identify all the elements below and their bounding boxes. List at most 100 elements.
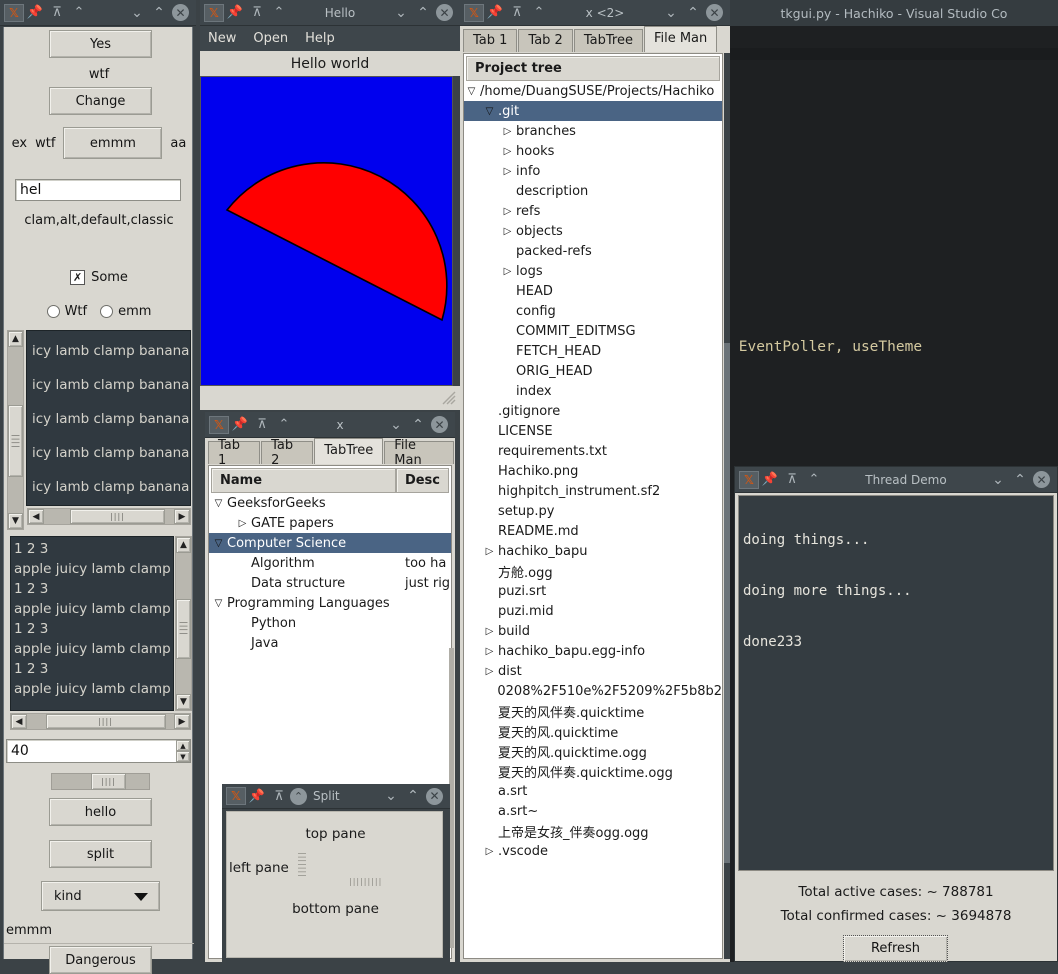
fileman-vscrollbar[interactable] <box>724 53 730 959</box>
chevron-right-icon[interactable]: ▷ <box>502 126 513 137</box>
kind-combobox[interactable]: kind <box>41 881 160 911</box>
fileman-vscroll-thumb[interactable] <box>724 343 730 863</box>
chevron-down-icon[interactable]: ▽ <box>484 106 495 117</box>
fileman-row[interactable]: COMMIT_EDITMSG <box>464 321 722 341</box>
some-checkbox[interactable]: ✗ <box>70 270 85 285</box>
scroll-right-arrow[interactable]: ▶ <box>174 509 190 524</box>
fileman-row[interactable]: 夏天的风伴奏.quicktime <box>464 701 722 721</box>
rollup-icon[interactable]: ⌃ <box>803 470 825 490</box>
fileman-row[interactable]: ▷hooks <box>464 141 722 161</box>
fileman-row[interactable]: ▷logs <box>464 261 722 281</box>
fileman-row[interactable]: ▷.vscode <box>464 841 722 861</box>
vscode-titlebar[interactable]: tkgui.py - Hachiko - Visual Studio Co <box>730 0 1058 26</box>
fileman-row[interactable]: packed-refs <box>464 241 722 261</box>
chevron-right-icon[interactable]: ▷ <box>502 206 513 217</box>
some-checkbox-row[interactable]: ✗ Some <box>4 270 194 285</box>
slider-thumb[interactable]: |||| <box>91 773 126 790</box>
chevron-down-icon[interactable]: ▽ <box>213 598 224 609</box>
listbox-hscroll-thumb[interactable]: |||| <box>70 509 165 524</box>
close-icon[interactable]: ✕ <box>706 4 723 21</box>
scroll-up-arrow[interactable]: ▲ <box>8 331 23 347</box>
listbox-item[interactable]: icy lamb clamp banana <box>27 368 190 402</box>
fileman-row[interactable]: .gitignore <box>464 401 722 421</box>
chevron-down-icon[interactable]: ⌄ <box>126 3 148 23</box>
radio-row[interactable]: Wtf emm <box>4 304 194 319</box>
split-window[interactable]: 𝕏 📌 ⊼ ⌃ Split ⌄ ⌃ ✕ top pane left pane |… <box>222 784 450 962</box>
hello-button[interactable]: hello <box>49 798 152 826</box>
vertical-sash-grip[interactable]: ||||||| <box>301 852 306 878</box>
emmm-button[interactable]: emmm <box>63 127 162 159</box>
chevron-right-icon[interactable]: ▷ <box>484 646 495 657</box>
tabtree-row[interactable]: Algorithmtoo ha <box>209 553 451 573</box>
chevron-right-icon[interactable]: ▷ <box>237 518 248 529</box>
listbox-vscroll-thumb[interactable]: |||| <box>8 405 23 477</box>
menu-item-new[interactable]: New <box>208 31 236 46</box>
pin-icon[interactable]: 📌 <box>224 3 246 23</box>
yes-button[interactable]: Yes <box>49 30 152 58</box>
listbox-group[interactable]: ▲ |||| ▼ icy lamb clamp bananaicy lamb c… <box>7 330 191 530</box>
fileman-row[interactable]: 夏天的风.quicktime <box>464 721 722 741</box>
fileman-row[interactable]: README.md <box>464 521 722 541</box>
fileman-row[interactable]: config <box>464 301 722 321</box>
chevron-up-icon[interactable]: ⌃ <box>402 786 424 806</box>
rollup-icon[interactable]: ⌃ <box>268 3 290 23</box>
textbox-hscrollbar[interactable]: ◀ |||| ▶ <box>10 713 191 730</box>
change-button[interactable]: Change <box>49 87 152 115</box>
vscode-editor[interactable]: EventPoller, useTheme r, Progressbar, Co… <box>730 60 1058 460</box>
wtf-radio[interactable] <box>47 305 60 318</box>
listbox-item[interactable]: icy lamb clamp banana <box>27 470 190 504</box>
tabtree-tab-tab-1[interactable]: Tab 1 <box>208 441 260 464</box>
pin-icon[interactable]: 📌 <box>24 3 46 23</box>
tabtree-tab-file-man[interactable]: File Man <box>384 441 454 464</box>
close-icon[interactable]: ✕ <box>1033 471 1050 488</box>
search-entry[interactable]: hel <box>15 179 181 201</box>
textbox-group[interactable]: 1 2 3apple juicy lamb clamp b1 2 3apple … <box>7 536 191 732</box>
chevron-down-icon[interactable] <box>134 893 148 901</box>
fileman-titlebar[interactable]: 𝕏 📌 ⊼ ⌃ x <2> ⌄ ⌃ ✕ <box>460 0 730 26</box>
split-panedwindow[interactable]: top pane left pane ||||||| ||||||||| bot… <box>226 811 443 958</box>
chevron-up-icon[interactable]: ⌃ <box>148 3 170 23</box>
fileman-tab-file-man[interactable]: File Man <box>644 26 717 52</box>
chevron-up-icon[interactable]: ⌃ <box>682 3 704 23</box>
thread-demo-window[interactable]: 𝕏 📌 ⊼ ⌃ Thread Demo ⌄ ⌃ ✕ doing things..… <box>734 466 1058 962</box>
hello-menubar[interactable]: New Open Help <box>200 26 460 51</box>
fileman-row[interactable]: ▷info <box>464 161 722 181</box>
fileman-row[interactable]: ▷hachiko_bapu <box>464 541 722 561</box>
textbox-hscroll-thumb[interactable]: |||| <box>46 714 166 729</box>
emm-radio[interactable] <box>100 305 113 318</box>
fileman-row[interactable]: requirements.txt <box>464 441 722 461</box>
thread-demo-titlebar[interactable]: 𝕏 📌 ⊼ ⌃ Thread Demo ⌄ ⌃ ✕ <box>735 467 1057 493</box>
fileman-row[interactable]: FETCH_HEAD <box>464 341 722 361</box>
fileman-row[interactable]: ▷branches <box>464 121 722 141</box>
fileman-row[interactable]: ▷hachiko_bapu.egg-info <box>464 641 722 661</box>
fileman-column-header[interactable]: Project tree <box>466 56 720 81</box>
fileman-row[interactable]: index <box>464 381 722 401</box>
chevron-right-icon[interactable]: ▷ <box>484 846 495 857</box>
chevron-right-icon[interactable]: ▷ <box>484 546 495 557</box>
column-header-desc[interactable]: Desc <box>396 468 449 493</box>
dangerous-button[interactable]: Dangerous <box>49 946 152 974</box>
fileman-row[interactable]: 夏天的风.quicktime.ogg <box>464 741 722 761</box>
fileman-row[interactable]: 上帝是女孩_伴奏ogg.ogg <box>464 821 722 841</box>
chevron-right-icon[interactable]: ▷ <box>484 626 495 637</box>
pin-icon[interactable]: 📌 <box>484 3 506 23</box>
tabtree-row[interactable]: Java <box>209 633 451 653</box>
listbox-item[interactable]: icy lamb clamp banana <box>27 436 190 470</box>
menu-item-open[interactable]: Open <box>253 31 288 46</box>
left-demo-window[interactable]: 𝕏 📌 ⊼ ⌃ ⌄ ⌃ ✕ Yes wtf Change ex wtf emmm… <box>0 0 196 962</box>
hello-canvas[interactable] <box>200 76 453 386</box>
slider-track[interactable]: |||| <box>51 773 150 790</box>
fileman-row-list[interactable]: ▽/home/DuangSUSE/Projects/Hachiko▽.git▷b… <box>464 81 722 861</box>
fileman-row[interactable]: LICENSE <box>464 421 722 441</box>
spinbox-up-arrow[interactable]: ▲ <box>176 740 190 751</box>
tabtree-row[interactable]: ▽Programming Languages <box>209 593 451 613</box>
pin-icon[interactable]: 📌 <box>759 470 781 490</box>
scroll-left-arrow[interactable]: ◀ <box>11 714 27 729</box>
split-button[interactable]: split <box>49 840 152 868</box>
chevron-up-icon[interactable]: ⌃ <box>1009 470 1031 490</box>
horizontal-sash-grip[interactable]: ||||||||| <box>349 878 382 886</box>
fileman-row[interactable]: puzi.srt <box>464 581 722 601</box>
fileman-window[interactable]: 𝕏 📌 ⊼ ⌃ x <2> ⌄ ⌃ ✕ Tab 1Tab 2TabTreeFil… <box>460 0 730 962</box>
fileman-row[interactable]: ▷refs <box>464 201 722 221</box>
hello-titlebar[interactable]: 𝕏 📌 ⊼ ⌃ Hello ⌄ ⌃ ✕ <box>200 0 460 26</box>
